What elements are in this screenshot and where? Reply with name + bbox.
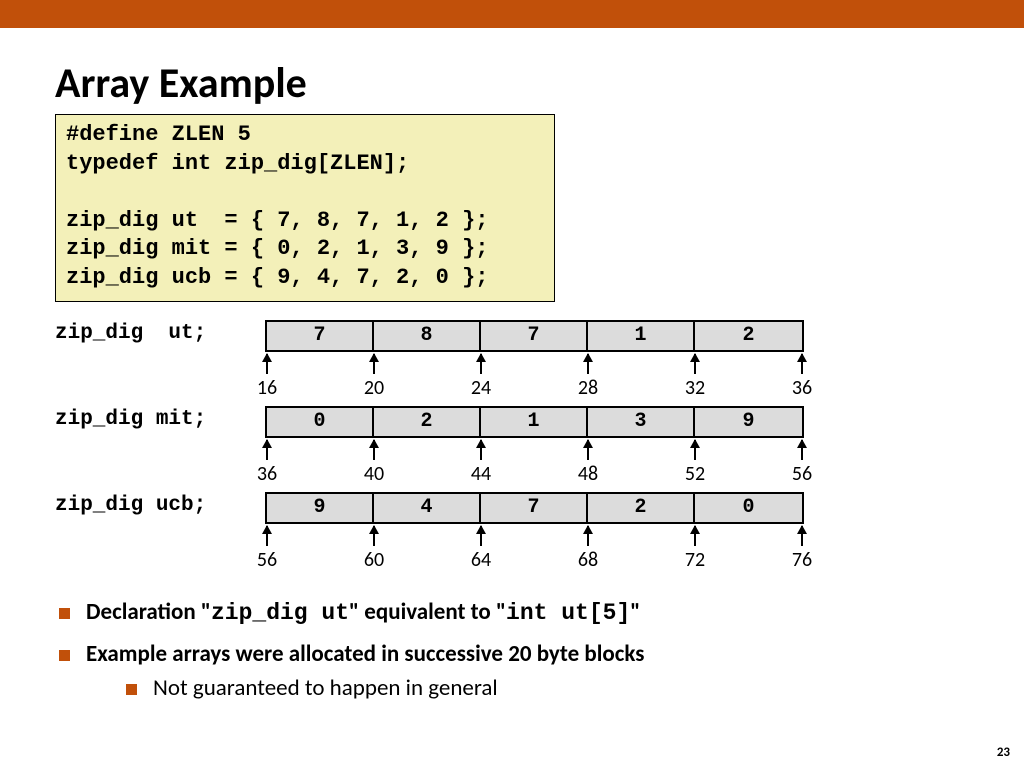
code-box: #define ZLEN 5 typedef int zip_dig[ZLEN]… [55,114,555,302]
cell: 8 [374,322,481,350]
text: Example arrays were allocated in success… [86,640,644,668]
slide-title: Array Example [55,58,969,109]
cell: 7 [481,494,588,522]
addr: 48 [578,462,598,486]
bullet-1: Declaration "zip_dig ut" equivalent to "… [59,598,969,626]
bullet-icon [59,650,70,661]
array-vis: 9 4 7 2 0 56 60 64 68 72 [265,492,804,570]
addr-row: 16 20 24 28 32 36 [265,352,802,398]
code-text: int ut[5] [506,600,630,626]
arrow-icon [266,526,268,546]
arrow-icon [480,526,482,546]
cell: 2 [695,322,802,350]
array-cells: 9 4 7 2 0 [265,492,804,524]
addr: 56 [792,462,812,486]
addr: 52 [685,462,705,486]
addr: 20 [364,376,384,400]
arrow-icon [266,440,268,460]
arrow-icon [587,354,589,374]
arrow-icon [801,440,803,460]
bullet-icon [59,608,70,619]
arrow-icon [801,354,803,374]
addr: 76 [792,548,812,572]
cell: 1 [481,408,588,436]
addr: 72 [685,548,705,572]
top-accent-bar [0,0,1024,28]
array-vis: 0 2 1 3 9 36 40 44 48 52 [265,406,804,484]
bullets: Declaration "zip_dig ut" equivalent to "… [55,598,969,702]
arrow-icon [480,440,482,460]
arrow-icon [587,440,589,460]
cell: 0 [267,408,374,436]
page-number: 23 [997,745,1010,760]
cell: 4 [374,494,481,522]
bullet-2: Example arrays were allocated in success… [59,640,969,702]
arrow-icon [694,526,696,546]
addr: 24 [471,376,491,400]
addr: 28 [578,376,598,400]
text: Not guaranteed to happen in general [153,674,498,702]
addr: 64 [471,548,491,572]
addr: 44 [471,462,491,486]
addr: 36 [257,462,277,486]
array-row-ucb: zip_dig ucb; 9 4 7 2 0 56 60 [55,492,969,570]
cell: 7 [267,322,374,350]
arrow-icon [587,526,589,546]
array-cells: 7 8 7 1 2 [265,320,804,352]
array-row-mit: zip_dig mit; 0 2 1 3 9 36 40 [55,406,969,484]
addr-row: 56 60 64 68 72 76 [265,524,802,570]
cell: 9 [267,494,374,522]
bullet-text: Declaration "zip_dig ut" equivalent to "… [86,598,640,626]
addr: 40 [364,462,384,486]
text: " [630,598,640,626]
cell: 3 [588,408,695,436]
addr: 68 [578,548,598,572]
arrow-icon [801,526,803,546]
sub-bullet: Not guaranteed to happen in general [126,674,644,702]
arrow-icon [266,354,268,374]
cell: 9 [695,408,802,436]
addr: 56 [257,548,277,572]
slide-content: Array Example #define ZLEN 5 typedef int… [0,28,1024,702]
text: " equivalent to " [349,598,506,626]
cell: 2 [588,494,695,522]
addr: 36 [792,376,812,400]
arrow-icon [694,440,696,460]
arrow-icon [373,526,375,546]
arrow-icon [480,354,482,374]
code-text: zip_dig ut [211,600,349,626]
bullet-text: Example arrays were allocated in success… [86,640,644,702]
text: Declaration " [86,598,211,626]
addr: 16 [257,376,277,400]
addr-row: 36 40 44 48 52 56 [265,438,802,484]
addr: 32 [685,376,705,400]
addr: 60 [364,548,384,572]
arrays-area: zip_dig ut; 7 8 7 1 2 16 20 [55,320,969,570]
arrow-icon [694,354,696,374]
arrow-icon [373,354,375,374]
cell: 0 [695,494,802,522]
array-label: zip_dig ut; [55,320,265,345]
bullet-icon [126,684,137,695]
cell: 7 [481,322,588,350]
arrow-icon [373,440,375,460]
array-label: zip_dig mit; [55,406,265,431]
array-vis: 7 8 7 1 2 16 20 24 28 32 [265,320,804,398]
cell: 2 [374,408,481,436]
array-cells: 0 2 1 3 9 [265,406,804,438]
cell: 1 [588,322,695,350]
array-row-ut: zip_dig ut; 7 8 7 1 2 16 20 [55,320,969,398]
array-label: zip_dig ucb; [55,492,265,517]
